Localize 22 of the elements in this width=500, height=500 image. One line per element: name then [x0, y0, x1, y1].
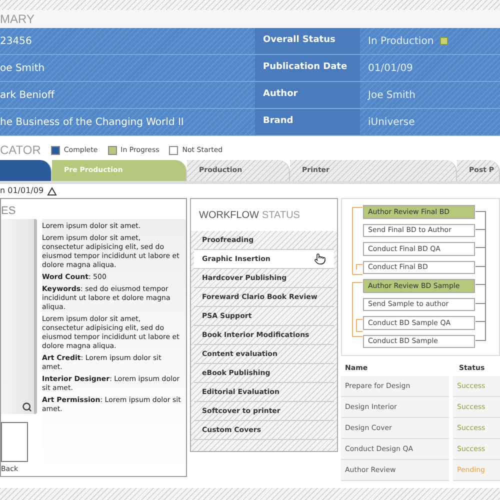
legend-title: CATOR	[0, 144, 41, 156]
summary-value: Joe Smith	[368, 88, 416, 102]
summary-label: Brand	[263, 115, 294, 128]
summary-value: In Production	[368, 34, 434, 48]
panel-title: STATUS	[262, 208, 300, 222]
summary-value: 23456	[0, 34, 32, 48]
summary-value: ark Benioff	[0, 88, 54, 102]
warning-triangle-icon	[46, 186, 57, 196]
date-text: n 01/01/09	[0, 185, 44, 197]
summary-label: Overall Status	[263, 34, 336, 48]
hand-cursor-icon	[314, 253, 326, 265]
panel-title: WORKFLOW	[199, 208, 259, 222]
summary-value: oe Smith	[0, 62, 45, 76]
search-icon[interactable]	[22, 402, 32, 412]
summary-label: Publication Date	[263, 61, 348, 74]
summary-value: iUniverse	[368, 116, 415, 130]
summary-label: Author	[263, 88, 298, 102]
phase-tab[interactable]	[0, 160, 52, 181]
panel-title: ES	[1, 206, 16, 217]
section-title: MARY	[0, 13, 34, 25]
summary-value: 01/01/09	[368, 62, 413, 76]
summary-value: he Business of the Changing World II	[0, 116, 184, 130]
